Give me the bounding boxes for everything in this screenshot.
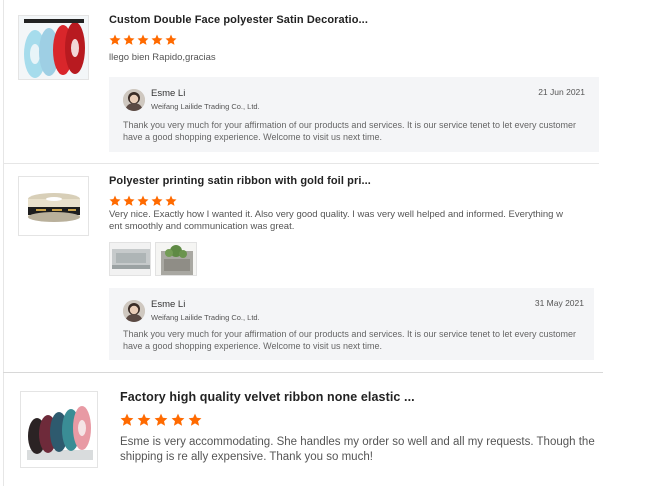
star-icon — [165, 195, 177, 206]
review-photo[interactable] — [155, 242, 197, 276]
star-icon — [123, 195, 135, 206]
avatar-image — [123, 300, 145, 322]
reply-company-name: Weifang Lailide Trading Co., Ltd. — [151, 102, 260, 111]
star-icon — [171, 413, 185, 426]
star-icon — [120, 413, 134, 426]
review-comment: llego bien Rapido,gracias — [109, 52, 216, 63]
star-icon — [123, 34, 135, 45]
product-thumbnail[interactable] — [20, 391, 98, 468]
review-comment: Very nice. Exactly how I wanted it. Also… — [109, 209, 563, 233]
rating-stars — [109, 195, 177, 207]
star-icon — [109, 195, 121, 206]
product-title[interactable]: Factory high quality velvet ribbon none … — [120, 390, 415, 404]
product-thumbnail[interactable] — [18, 176, 89, 236]
divider — [3, 163, 599, 164]
photo-image — [156, 243, 196, 275]
reply-date: 21 Jun 2021 — [538, 87, 585, 97]
ribbon-image — [19, 177, 88, 235]
product-thumbnail[interactable] — [18, 15, 89, 80]
review-comment: Esme is very accommodating. She handles … — [120, 436, 595, 463]
star-icon — [137, 195, 149, 206]
star-icon — [154, 413, 168, 426]
left-border — [3, 0, 4, 486]
product-title[interactable]: Polyester printing satin ribbon with gol… — [109, 175, 371, 187]
photo-image — [110, 243, 150, 275]
review-photo[interactable] — [109, 242, 151, 276]
star-icon — [151, 195, 163, 206]
star-icon — [151, 34, 163, 45]
reply-text: Thank you very much for your affirmation… — [123, 329, 577, 351]
star-icon — [137, 413, 151, 426]
reply-author-name: Esme Li — [151, 88, 186, 99]
divider — [3, 372, 603, 373]
reply-author-name: Esme Li — [151, 299, 186, 310]
star-icon — [109, 34, 121, 45]
ribbon-image — [21, 392, 97, 467]
reply-date: 31 May 2021 — [534, 298, 584, 308]
product-title[interactable]: Custom Double Face polyester Satin Decor… — [109, 14, 368, 26]
seller-reply: Esme Li Weifang Lailide Trading Co., Ltd… — [109, 288, 594, 360]
avatar — [123, 300, 145, 322]
avatar — [123, 89, 145, 111]
star-icon — [188, 413, 202, 426]
reply-company-name: Weifang Lailide Trading Co., Ltd. — [151, 313, 260, 322]
star-icon — [165, 34, 177, 45]
seller-reply: Esme Li Weifang Lailide Trading Co., Ltd… — [109, 77, 599, 152]
reply-text: Thank you very much for your affirmation… — [123, 120, 577, 142]
ribbon-image — [19, 16, 88, 79]
avatar-image — [123, 89, 145, 111]
star-icon — [137, 34, 149, 45]
rating-stars — [120, 413, 202, 427]
rating-stars — [109, 34, 177, 46]
